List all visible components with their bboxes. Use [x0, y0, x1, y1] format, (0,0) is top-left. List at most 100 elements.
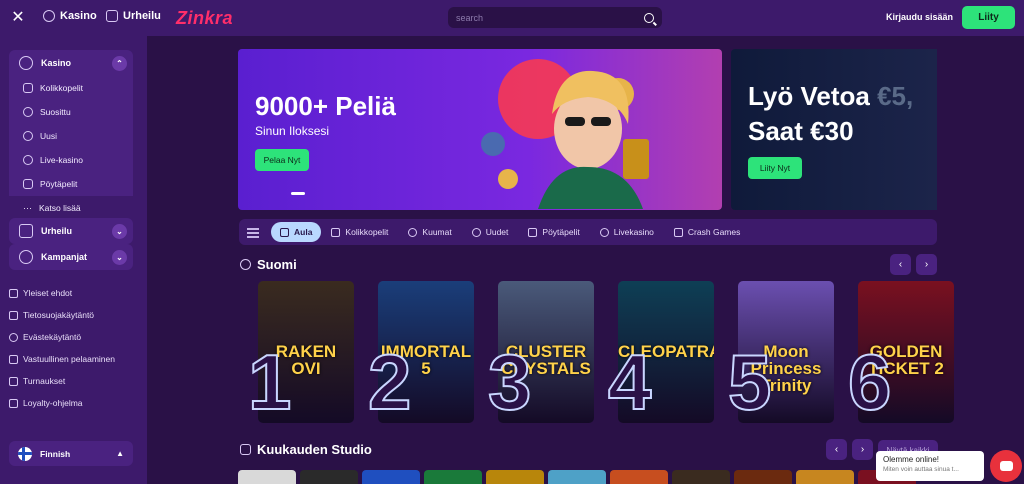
tab-label: Livekasino: [613, 227, 654, 237]
sidebar-links: Yleiset ehdot Tietosuojakäytäntö Evästek…: [9, 282, 115, 414]
search-bar[interactable]: [448, 7, 662, 28]
chevron-down-icon[interactable]: ⌄: [112, 250, 127, 265]
new-icon: [471, 227, 481, 237]
sidebar-item-new[interactable]: Uusi: [9, 124, 133, 148]
search-input[interactable]: [456, 12, 644, 23]
studio-game-tile[interactable]: [424, 470, 482, 484]
new-icon: [23, 131, 33, 141]
table-icon: [23, 179, 33, 189]
join-now-button[interactable]: Liity Nyt: [748, 157, 802, 179]
sidebar-item-popular[interactable]: Suosittu: [9, 100, 133, 124]
studio-game-tile[interactable]: [362, 470, 420, 484]
nav-casino-label: Kasino: [60, 10, 97, 22]
sidebar-item-slots[interactable]: Kolikkopelit: [9, 76, 133, 100]
sidebar-item-more[interactable]: ··· Katso lisää: [9, 196, 133, 220]
cookie-icon: [9, 332, 18, 342]
studio-game-tile[interactable]: [238, 470, 296, 484]
play-now-button[interactable]: Pelaa Nyt: [255, 149, 309, 171]
link-terms[interactable]: Yleiset ehdot: [9, 282, 115, 304]
sidebar-sports-label: Urheilu: [41, 226, 73, 236]
link-label: Loyalty-ohjelma: [23, 398, 83, 408]
tab-lobby[interactable]: Aula: [271, 222, 322, 242]
tab-live[interactable]: Livekasino: [590, 222, 664, 242]
next-arrow-button[interactable]: ›: [852, 439, 873, 460]
filter-icon[interactable]: [247, 226, 261, 238]
sidebar-promos-group[interactable]: Kampanjat ⌄: [9, 244, 133, 270]
hero-banner-sports[interactable]: Lyö Vetoa €5, Saat €30 Liity Nyt: [731, 49, 937, 210]
sidebar-casino-header[interactable]: Kasino ⌃: [9, 50, 133, 76]
sidebar-casino-group: Kasino ⌃ Kolikkopelit Suosittu Uusi Live…: [9, 50, 133, 220]
section-title-text: Suomi: [257, 257, 297, 272]
login-link[interactable]: Kirjaudu sisään: [886, 12, 953, 22]
sidebar-sports-group[interactable]: Urheilu ⌄: [9, 218, 133, 244]
language-selector[interactable]: Finnish ▲: [9, 441, 133, 466]
gamepad-icon: [240, 444, 251, 455]
heart-icon: [9, 354, 18, 364]
hero-banner-games[interactable]: 9000+ Peliä Sinun Iloksesi Pelaa Nyt: [238, 49, 722, 210]
search-icon[interactable]: [644, 12, 654, 23]
chat-icon: [999, 461, 1013, 471]
chat-button[interactable]: [990, 450, 1022, 482]
banner-title-dim: €5,: [877, 81, 914, 111]
studio-game-tile[interactable]: [300, 470, 358, 484]
rank-number: 1: [247, 338, 292, 426]
next-arrow-button[interactable]: ›: [916, 254, 937, 275]
link-loyalty[interactable]: Loyalty-ohjelma: [9, 392, 115, 414]
nav-casino[interactable]: Kasino: [43, 10, 97, 22]
banner-subtitle: Sinun Iloksesi: [255, 124, 330, 138]
link-privacy[interactable]: Tietosuojakäytäntö: [9, 304, 115, 326]
nav-sports[interactable]: Urheilu: [106, 10, 161, 22]
carousel-indicator[interactable]: [291, 192, 305, 195]
link-cookies[interactable]: Evästekäytäntö: [9, 326, 115, 348]
tab-label: Aula: [294, 227, 313, 237]
studio-game-tile[interactable]: [672, 470, 730, 484]
link-label: Evästekäytäntö: [23, 332, 82, 342]
tab-new[interactable]: Uudet: [462, 222, 519, 242]
table-icon: [528, 227, 538, 237]
live-icon: [599, 227, 609, 237]
join-button[interactable]: Liity: [962, 6, 1015, 29]
studio-game-tile[interactable]: [610, 470, 668, 484]
location-icon: [240, 259, 251, 270]
tab-table[interactable]: Pöytäpelit: [518, 222, 589, 242]
shirt-icon: [19, 224, 33, 238]
link-label: Tietosuojakäytäntö: [23, 310, 95, 320]
link-tournaments[interactable]: Turnaukset: [9, 370, 115, 392]
sidebar-casino-label: Kasino: [41, 58, 72, 68]
studio-game-tile[interactable]: [796, 470, 854, 484]
studio-game-tile[interactable]: [548, 470, 606, 484]
rank-number: 3: [487, 338, 532, 426]
studio-game-tile[interactable]: [734, 470, 792, 484]
sidebar: Kasino ⌃ Kolikkopelit Suosittu Uusi Live…: [0, 36, 147, 484]
prev-arrow-button[interactable]: ‹: [890, 254, 911, 275]
tab-hot[interactable]: Kuumat: [398, 222, 461, 242]
tab-slots[interactable]: Kolikkopelit: [321, 222, 398, 242]
prev-arrow-button[interactable]: ‹: [826, 439, 847, 460]
sidebar-item-live[interactable]: Live-kasino: [9, 148, 133, 172]
studio-game-tile[interactable]: [486, 470, 544, 484]
section-title-studio: Kuukauden Studio: [240, 442, 372, 457]
chat-popup[interactable]: Olemme online! Miten voin auttaa sinua t…: [876, 451, 984, 481]
banner-title-line2: Saat €30: [748, 116, 854, 146]
logo[interactable]: Zinkra: [176, 8, 233, 29]
tab-crash[interactable]: Crash Games: [664, 222, 750, 242]
chat-title: Olemme online!: [883, 455, 940, 464]
close-icon[interactable]: ✕: [9, 9, 27, 27]
chevron-up-icon[interactable]: ⌃: [112, 56, 127, 71]
sidebar-item-label: Pöytäpelit: [40, 179, 78, 189]
section-title-text: Kuukauden Studio: [257, 442, 372, 457]
hero-woman-image: [481, 59, 649, 209]
crown-icon: [9, 398, 18, 408]
sidebar-item-label: Kolikkopelit: [40, 83, 83, 93]
tab-label: Kuumat: [422, 227, 452, 237]
tab-label: Crash Games: [687, 227, 741, 237]
link-responsible[interactable]: Vastuullinen pelaaminen: [9, 348, 115, 370]
sidebar-item-table[interactable]: Pöytäpelit: [9, 172, 133, 196]
casino-icon: [19, 56, 33, 70]
sidebar-item-label: Katso lisää: [39, 203, 81, 213]
tab-label: Pöytäpelit: [542, 227, 580, 237]
chevron-down-icon[interactable]: ⌄: [112, 224, 127, 239]
link-label: Turnaukset: [23, 376, 66, 386]
rank-number: 6: [847, 338, 892, 426]
shirt-icon: [106, 10, 118, 22]
